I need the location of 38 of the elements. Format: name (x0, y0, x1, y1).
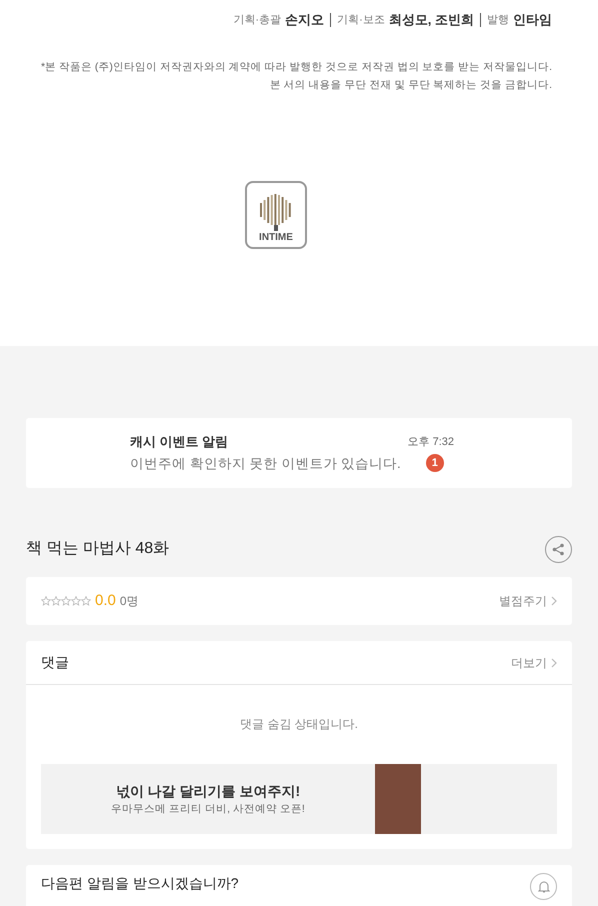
notification-message: 이번주에 확인하지 못한 이벤트가 있습니다. (130, 454, 402, 473)
rating-count: 0명 (120, 593, 139, 610)
credit-label: 발행 (487, 12, 509, 28)
notification-time: 오후 7:32 (408, 434, 454, 450)
star-icon (41, 596, 51, 606)
rating-score: 0.0 (95, 590, 116, 611)
next-episode-question: 다음편 알림을 받으시겠습니까? (41, 874, 239, 893)
rate-button[interactable]: 별점주기 (499, 592, 557, 610)
star-icon (81, 596, 91, 606)
ad-headline: 넋이 나갈 달리기를 보여주지! (116, 782, 300, 801)
unread-badge: 1 (426, 454, 444, 472)
share-button[interactable] (545, 536, 572, 562)
comments-hidden-message: 댓글 숨김 상태입니다. (238, 716, 359, 733)
credit-name: 손지오 (285, 11, 324, 29)
chevron-icon (551, 596, 557, 606)
notification-title: 캐시 이벤트 알림 (130, 433, 230, 452)
credit-name: 인타임 (513, 11, 552, 29)
logo-text: INTIME (259, 232, 293, 242)
ad-subline: 우마무스메 프리티 더비, 사전예약 오픈! (111, 802, 305, 817)
notify-button[interactable] (530, 873, 557, 900)
share-icon (552, 542, 565, 556)
credit-label: 기획·총괄 (233, 12, 282, 28)
credit-name: 최성모, 조빈희 (388, 11, 474, 29)
logo-mark-icon (259, 192, 293, 232)
chevron-icon (551, 658, 557, 668)
copyright-notice: 본 서의 내용을 무단 전재 및 무단 복제하는 것을 금합니다. (270, 78, 552, 92)
notification-card[interactable]: 캐시 이벤트 알림 이번주에 확인하지 못한 이벤트가 있습니다. 오후 7:32 1 (26, 418, 572, 488)
bell-icon (538, 880, 550, 894)
comments-title: 댓글 (41, 653, 69, 672)
star-icon (71, 596, 81, 606)
character-image-placeholder (375, 764, 421, 834)
more-button[interactable]: 더보기 (511, 654, 557, 672)
ad-banner[interactable]: 넋이 나갈 달리기를 보여주지! 우마무스메 프리티 더비, 사전예약 오픈! (41, 764, 557, 834)
copyright-notice: *본 작품은 (주)인타임이 저작권자와의 계약에 따라 발행한 것으로 저작권 법의 보호를 받는 저작물입니다. (40, 60, 552, 74)
star-icon (51, 596, 61, 606)
episode-title: 책 먹는 마법사 48화 (26, 539, 170, 559)
credit-label: 기획·보조 (337, 12, 385, 28)
star-icon (61, 596, 71, 606)
